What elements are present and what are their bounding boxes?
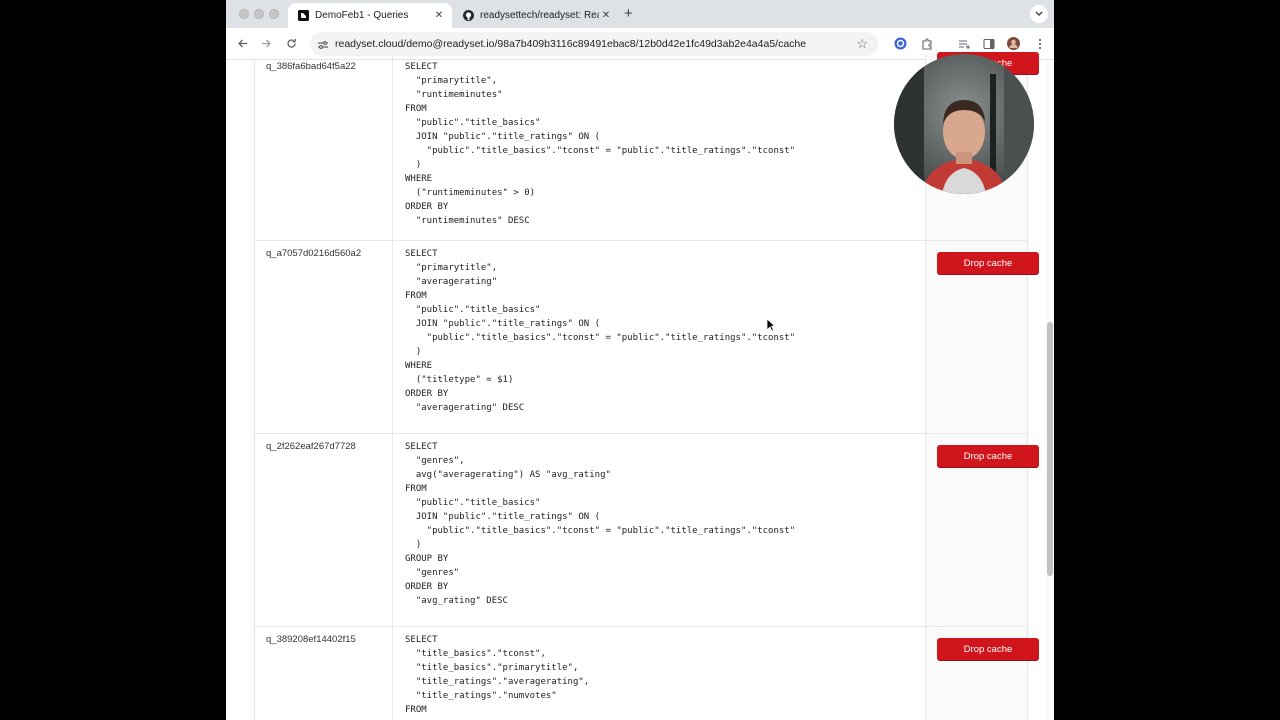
back-button[interactable]	[235, 36, 249, 50]
drop-cache-button[interactable]: Drop cache	[937, 445, 1039, 467]
reload-button[interactable]	[284, 36, 298, 50]
query-id: q_386fa6bad64f5a22	[255, 54, 393, 240]
readyset-logo-icon	[298, 10, 309, 21]
tab-github[interactable]: readysettech/readyset: Ready ✕	[453, 3, 619, 28]
password-manager-extension-icon[interactable]	[894, 37, 907, 50]
query-id: q_a7057d0216d560a2	[255, 241, 393, 433]
chevron-down-icon	[1035, 11, 1043, 16]
new-tab-button[interactable]: +	[624, 6, 633, 21]
query-actions: Drop cache	[926, 627, 1039, 720]
query-id: q_2f262eaf267d7728	[255, 434, 393, 626]
address-bar[interactable]: readyset.cloud/demo@readyset.io/98a7b409…	[310, 32, 878, 56]
query-sql: SELECT "genres", avg("averagerating") AS…	[405, 442, 796, 606]
extensions-puzzle-icon[interactable]	[920, 37, 933, 50]
vertical-scrollbar[interactable]	[1046, 60, 1054, 720]
query-sql-cell: SELECT "primarytitle", "runtimeminutes" …	[393, 54, 926, 240]
close-tab-icon[interactable]: ✕	[432, 10, 446, 21]
profile-avatar[interactable]	[1007, 37, 1020, 50]
query-sql-cell: SELECT "title_basics"."tconst", "title_b…	[393, 627, 926, 720]
scrollbar-thumb[interactable]	[1047, 322, 1053, 576]
query-sql-cell: SELECT "genres", avg("averagerating") AS…	[393, 434, 926, 626]
url-text: readyset.cloud/demo@readyset.io/98a7b409…	[335, 38, 807, 50]
minimize-window-control[interactable]	[254, 9, 264, 19]
reading-list-icon[interactable]	[957, 37, 970, 50]
drop-cache-button[interactable]: Drop cache	[937, 638, 1039, 660]
tab-title: readysettech/readyset: Ready	[480, 10, 599, 21]
presenter-video-icon	[894, 54, 1034, 194]
query-sql: SELECT "primarytitle", "averagerating" F…	[405, 249, 796, 413]
github-icon	[463, 10, 474, 21]
query-actions: Drop cache	[926, 241, 1039, 433]
query-sql-cell: SELECT "primarytitle", "averagerating" F…	[393, 241, 926, 433]
more-menu-icon[interactable]	[1033, 37, 1046, 50]
drop-cache-button[interactable]: Drop cache	[937, 252, 1039, 274]
arrow-right-icon	[261, 39, 271, 47]
table-row: q_a7057d0216d560a2 SELECT "primarytitle"…	[255, 241, 1039, 434]
reload-icon	[286, 38, 296, 48]
table-row: q_2f262eaf267d7728 SELECT "genres", avg(…	[255, 434, 1039, 627]
query-actions: Drop cache	[926, 434, 1039, 626]
zoom-window-control[interactable]	[269, 9, 279, 19]
tab-queries[interactable]: DemoFeb1 - Queries ✕	[288, 3, 452, 28]
query-sql: SELECT "title_basics"."tconst", "title_b…	[405, 635, 590, 715]
tab-search-button[interactable]	[1030, 5, 1048, 23]
mouse-cursor-icon	[766, 318, 776, 332]
forward-button[interactable]	[259, 36, 273, 50]
table-row: q_389208ef14402f15 SELECT "title_basics"…	[255, 627, 1039, 720]
bookmark-star-icon[interactable]: ☆	[856, 36, 868, 52]
query-id: q_389208ef14402f15	[255, 627, 393, 720]
close-window-control[interactable]	[239, 9, 249, 19]
tab-title: DemoFeb1 - Queries	[315, 10, 409, 21]
close-tab-icon[interactable]: ✕	[599, 10, 613, 21]
tab-strip: DemoFeb1 - Queries ✕ readysettech/readys…	[226, 0, 1054, 28]
arrow-left-icon	[237, 39, 247, 47]
webcam-overlay	[894, 54, 1034, 194]
side-panel-icon[interactable]	[982, 37, 995, 50]
query-sql: SELECT "primarytitle", "runtimeminutes" …	[405, 62, 796, 226]
